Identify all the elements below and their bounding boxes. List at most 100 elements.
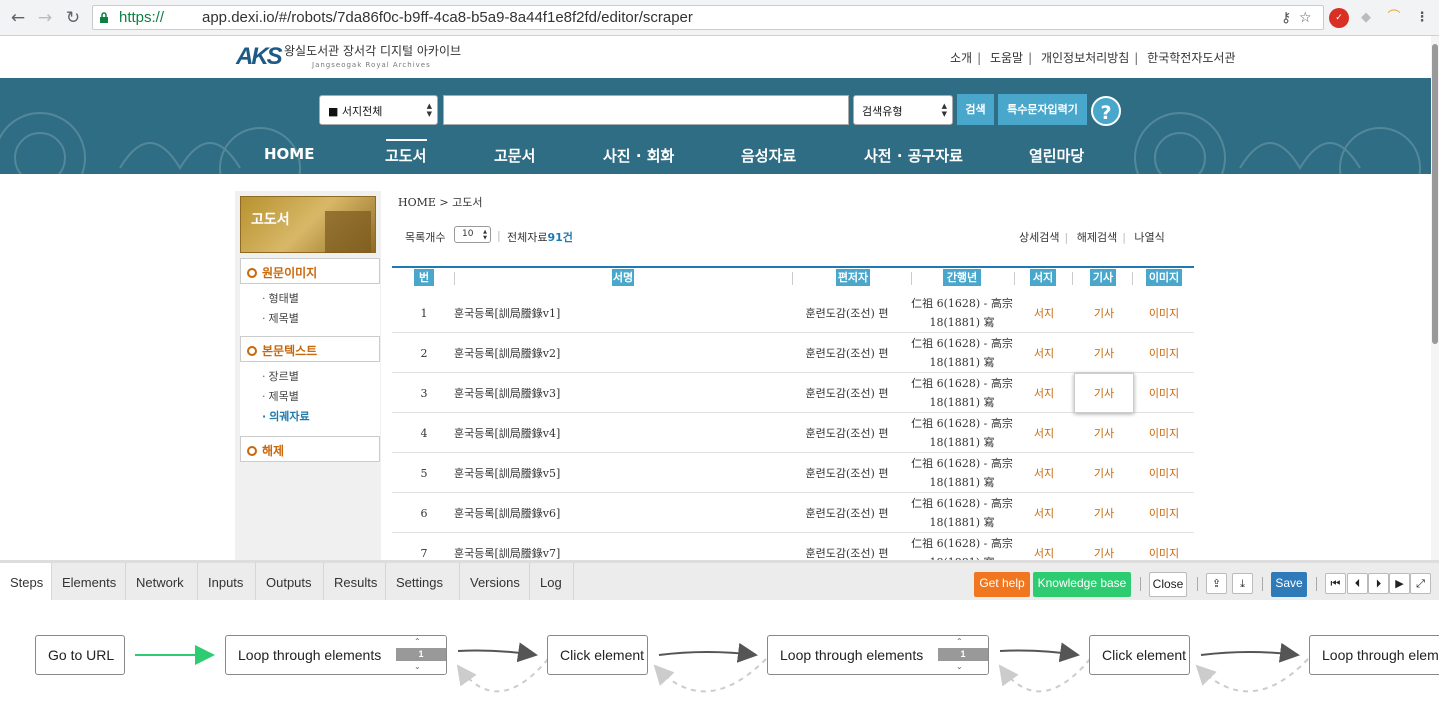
article-link[interactable]: 기사 bbox=[1074, 493, 1134, 533]
gnb-dictionaries[interactable]: 사전 · 공구자료 bbox=[864, 145, 963, 166]
reload-icon[interactable]: ↻ bbox=[62, 7, 84, 29]
image-link[interactable]: 이미지 bbox=[1134, 333, 1194, 373]
tab-inputs[interactable]: Inputs bbox=[198, 563, 256, 603]
article-link[interactable]: 기사 bbox=[1074, 333, 1134, 373]
commentary-search-link[interactable]: 해제검색 bbox=[1077, 231, 1117, 244]
save-button[interactable]: Save bbox=[1271, 572, 1307, 597]
column-header-year[interactable]: 간행년 bbox=[943, 269, 981, 286]
tab-log[interactable]: Log bbox=[530, 563, 574, 603]
cell-title[interactable]: 훈국등록[訓局謄錄v1] bbox=[454, 293, 834, 333]
tab-elements[interactable]: Elements bbox=[52, 563, 126, 603]
bibliography-link[interactable]: 서지 bbox=[1014, 453, 1074, 493]
tab-settings[interactable]: Settings bbox=[386, 563, 460, 603]
image-link[interactable]: 이미지 bbox=[1134, 413, 1194, 453]
knowledge-base-button[interactable]: Knowledge base bbox=[1033, 572, 1131, 597]
sidebar-section-commentary[interactable]: 해제 bbox=[240, 436, 380, 462]
tab-steps[interactable]: Steps bbox=[0, 563, 52, 603]
page-scrollbar[interactable] bbox=[1431, 36, 1439, 560]
util-link-privacy[interactable]: 개인정보처리방침 bbox=[1041, 51, 1129, 65]
image-link[interactable]: 이미지 bbox=[1134, 373, 1194, 413]
gnb-documents[interactable]: 고문서 bbox=[494, 145, 535, 166]
image-link[interactable]: 이미지 bbox=[1134, 293, 1194, 333]
step-click-element[interactable]: Click element bbox=[1089, 635, 1190, 675]
gnb-photos-paintings[interactable]: 사진 · 회화 bbox=[603, 145, 674, 166]
column-header-bibliography[interactable]: 서지 bbox=[1030, 269, 1056, 286]
util-link-library[interactable]: 한국학전자도서관 bbox=[1147, 51, 1235, 65]
article-link[interactable]: 기사 bbox=[1074, 293, 1134, 333]
article-link[interactable]: 기사 bbox=[1074, 453, 1134, 493]
help-icon[interactable]: ? bbox=[1091, 96, 1121, 126]
image-link[interactable]: 이미지 bbox=[1134, 493, 1194, 533]
detail-search-link[interactable]: 상세검색 bbox=[1019, 231, 1059, 244]
article-link[interactable]: 기사 bbox=[1074, 533, 1134, 560]
chevron-down-icon[interactable]: ⌄ bbox=[414, 661, 421, 673]
gnb-open-forum[interactable]: 열린마당 bbox=[1029, 145, 1084, 166]
extension-badge-icon[interactable]: ✓ bbox=[1329, 8, 1349, 28]
sidebar-item-uigwe[interactable]: 의궤자료 bbox=[240, 407, 380, 427]
play-icon[interactable]: ▶ bbox=[1389, 573, 1410, 594]
forward-arrow-icon[interactable]: → bbox=[34, 7, 56, 29]
article-link[interactable]: 기사 bbox=[1074, 373, 1134, 413]
column-header-no[interactable]: 번호 bbox=[414, 269, 434, 301]
expand-icon[interactable]: ⤢ bbox=[1410, 573, 1431, 594]
loop-stepper[interactable]: ⌃ 1 ⌄ bbox=[938, 636, 988, 674]
cell-title[interactable]: 훈국등록[訓局謄錄v4] bbox=[454, 413, 834, 453]
dropbox-icon[interactable]: ◆ bbox=[1356, 8, 1376, 28]
tab-results[interactable]: Results bbox=[324, 563, 386, 603]
site-logo[interactable]: AKS 왕실도서관 장서각 디지털 아카이브 Jangseogak Royal … bbox=[236, 41, 461, 73]
column-header-image[interactable]: 이미지 bbox=[1146, 269, 1182, 286]
util-link-about[interactable]: 소개 bbox=[950, 51, 972, 65]
skip-to-start-icon[interactable]: ⏮ bbox=[1325, 573, 1346, 594]
step-loop-through-elements[interactable]: Loop through elements ⌃ 1 ⌄ bbox=[767, 635, 989, 675]
cell-title[interactable]: 훈국등록[訓局謄錄v2] bbox=[454, 333, 834, 373]
step-click-element[interactable]: Click element bbox=[547, 635, 648, 675]
tab-network[interactable]: Network bbox=[126, 563, 198, 603]
step-go-to-url[interactable]: Go to URL bbox=[35, 635, 125, 675]
bibliography-link[interactable]: 서지 bbox=[1014, 493, 1074, 533]
search-type-select[interactable]: 검색유형 ▲ ▼ bbox=[853, 95, 953, 125]
list-view-link[interactable]: 나열식 bbox=[1134, 231, 1164, 244]
chevron-down-icon[interactable]: ⌄ bbox=[956, 661, 963, 673]
search-scope-select[interactable]: ■ 서지전체 ▲ ▼ bbox=[319, 95, 438, 125]
search-button[interactable]: 검색 bbox=[957, 94, 994, 125]
scrollbar-thumb[interactable] bbox=[1432, 44, 1438, 344]
rainbow-extension-icon[interactable]: ⌒ bbox=[1384, 8, 1404, 28]
util-link-help[interactable]: 도움말 bbox=[990, 51, 1023, 65]
image-link[interactable]: 이미지 bbox=[1134, 453, 1194, 493]
gnb-old-books[interactable]: 고도서 bbox=[385, 145, 426, 166]
back-arrow-icon[interactable]: ← bbox=[7, 7, 29, 29]
loop-stepper[interactable]: ⌃ 1 ⌄ bbox=[396, 636, 446, 674]
cell-title[interactable]: 훈국등록[訓局謄錄v6] bbox=[454, 493, 834, 533]
close-button[interactable]: Close bbox=[1149, 572, 1187, 597]
cell-title[interactable]: 훈국등록[訓局謄錄v7] bbox=[454, 533, 834, 560]
cell-title[interactable]: 훈국등록[訓局謄錄v3] bbox=[454, 373, 834, 413]
step-back-icon[interactable]: ⏴ bbox=[1347, 573, 1368, 594]
sidebar-section-full-text[interactable]: 본문텍스트 bbox=[240, 336, 380, 362]
menu-dots-icon[interactable]: ⋮ bbox=[1412, 8, 1432, 28]
bookmark-star-icon[interactable]: ☆ bbox=[1299, 10, 1312, 26]
step-forward-icon[interactable]: ⏵ bbox=[1368, 573, 1389, 594]
article-link[interactable]: 기사 bbox=[1074, 413, 1134, 453]
bibliography-link[interactable]: 서지 bbox=[1014, 333, 1074, 373]
step-loop-through-elements[interactable]: Loop through elements ⌃ 1 ⌄ bbox=[225, 635, 447, 675]
column-header-title[interactable]: 서명 bbox=[612, 269, 634, 286]
chevron-up-icon[interactable]: ⌃ bbox=[956, 636, 963, 648]
special-char-button[interactable]: 특수문자입력기 bbox=[998, 94, 1087, 125]
bibliography-link[interactable]: 서지 bbox=[1014, 373, 1074, 413]
download-icon[interactable]: ⤓ bbox=[1232, 573, 1253, 594]
sidebar-item-by-title[interactable]: 제목별 bbox=[240, 387, 380, 407]
bibliography-link[interactable]: 서지 bbox=[1014, 293, 1074, 333]
list-count-select[interactable]: 10 ▲ ▼ bbox=[454, 226, 491, 243]
column-header-article[interactable]: 기사 bbox=[1090, 269, 1116, 286]
bibliography-link[interactable]: 서지 bbox=[1014, 533, 1074, 560]
gnb-audio[interactable]: 음성자료 bbox=[741, 145, 796, 166]
search-input[interactable] bbox=[443, 95, 849, 125]
address-bar[interactable]: https:// app.dexi.io/#/robots/7da86f0c-b… bbox=[92, 5, 1324, 30]
gnb-home[interactable]: HOME bbox=[264, 145, 314, 163]
key-icon[interactable]: ⚷ bbox=[1281, 10, 1291, 26]
sidebar-item-by-genre[interactable]: 장르별 bbox=[240, 367, 380, 387]
cell-title[interactable]: 훈국등록[訓局謄錄v5] bbox=[454, 453, 834, 493]
tab-versions[interactable]: Versions bbox=[460, 563, 530, 603]
column-header-author[interactable]: 편저자 bbox=[836, 269, 870, 286]
sidebar-section-original-images[interactable]: 원문이미지 bbox=[240, 258, 380, 284]
